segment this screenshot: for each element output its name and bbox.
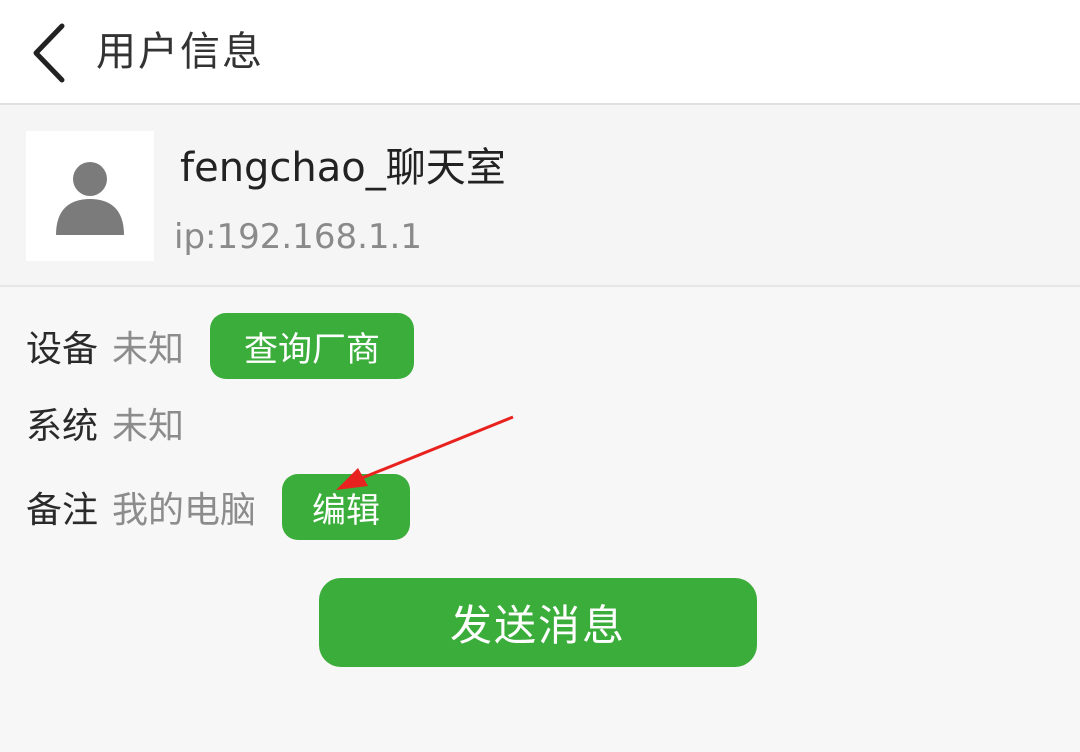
remark-row: 备注 我的电脑 编辑 [26,474,411,540]
top-bar: 用户信息 [0,0,1080,105]
page-title: 用户信息 [96,29,264,75]
user-name: fengchao_聊天室 [180,145,506,191]
device-label: 设备 [26,329,99,370]
remark-value: 我的电脑 [112,490,257,531]
avatar[interactable] [26,131,154,261]
profile-section: fengchao_聊天室 ip:192.168.1.1 [0,105,1080,287]
device-row: 设备 未知 查询厂商 [26,313,415,379]
user-avatar-icon [56,162,124,235]
query-vendor-button[interactable]: 查询厂商 [210,313,415,379]
send-message-button[interactable]: 发送消息 [319,578,757,667]
edit-remark-button[interactable]: 编辑 [282,474,411,540]
remark-label: 备注 [26,490,99,531]
system-value: 未知 [112,406,185,447]
system-row: 系统 未知 [26,390,184,456]
system-label: 系统 [26,406,99,447]
device-value: 未知 [112,329,185,370]
back-button[interactable] [18,18,78,88]
ip-address: ip:192.168.1.1 [174,217,422,257]
chevron-left-icon[interactable] [26,20,70,86]
